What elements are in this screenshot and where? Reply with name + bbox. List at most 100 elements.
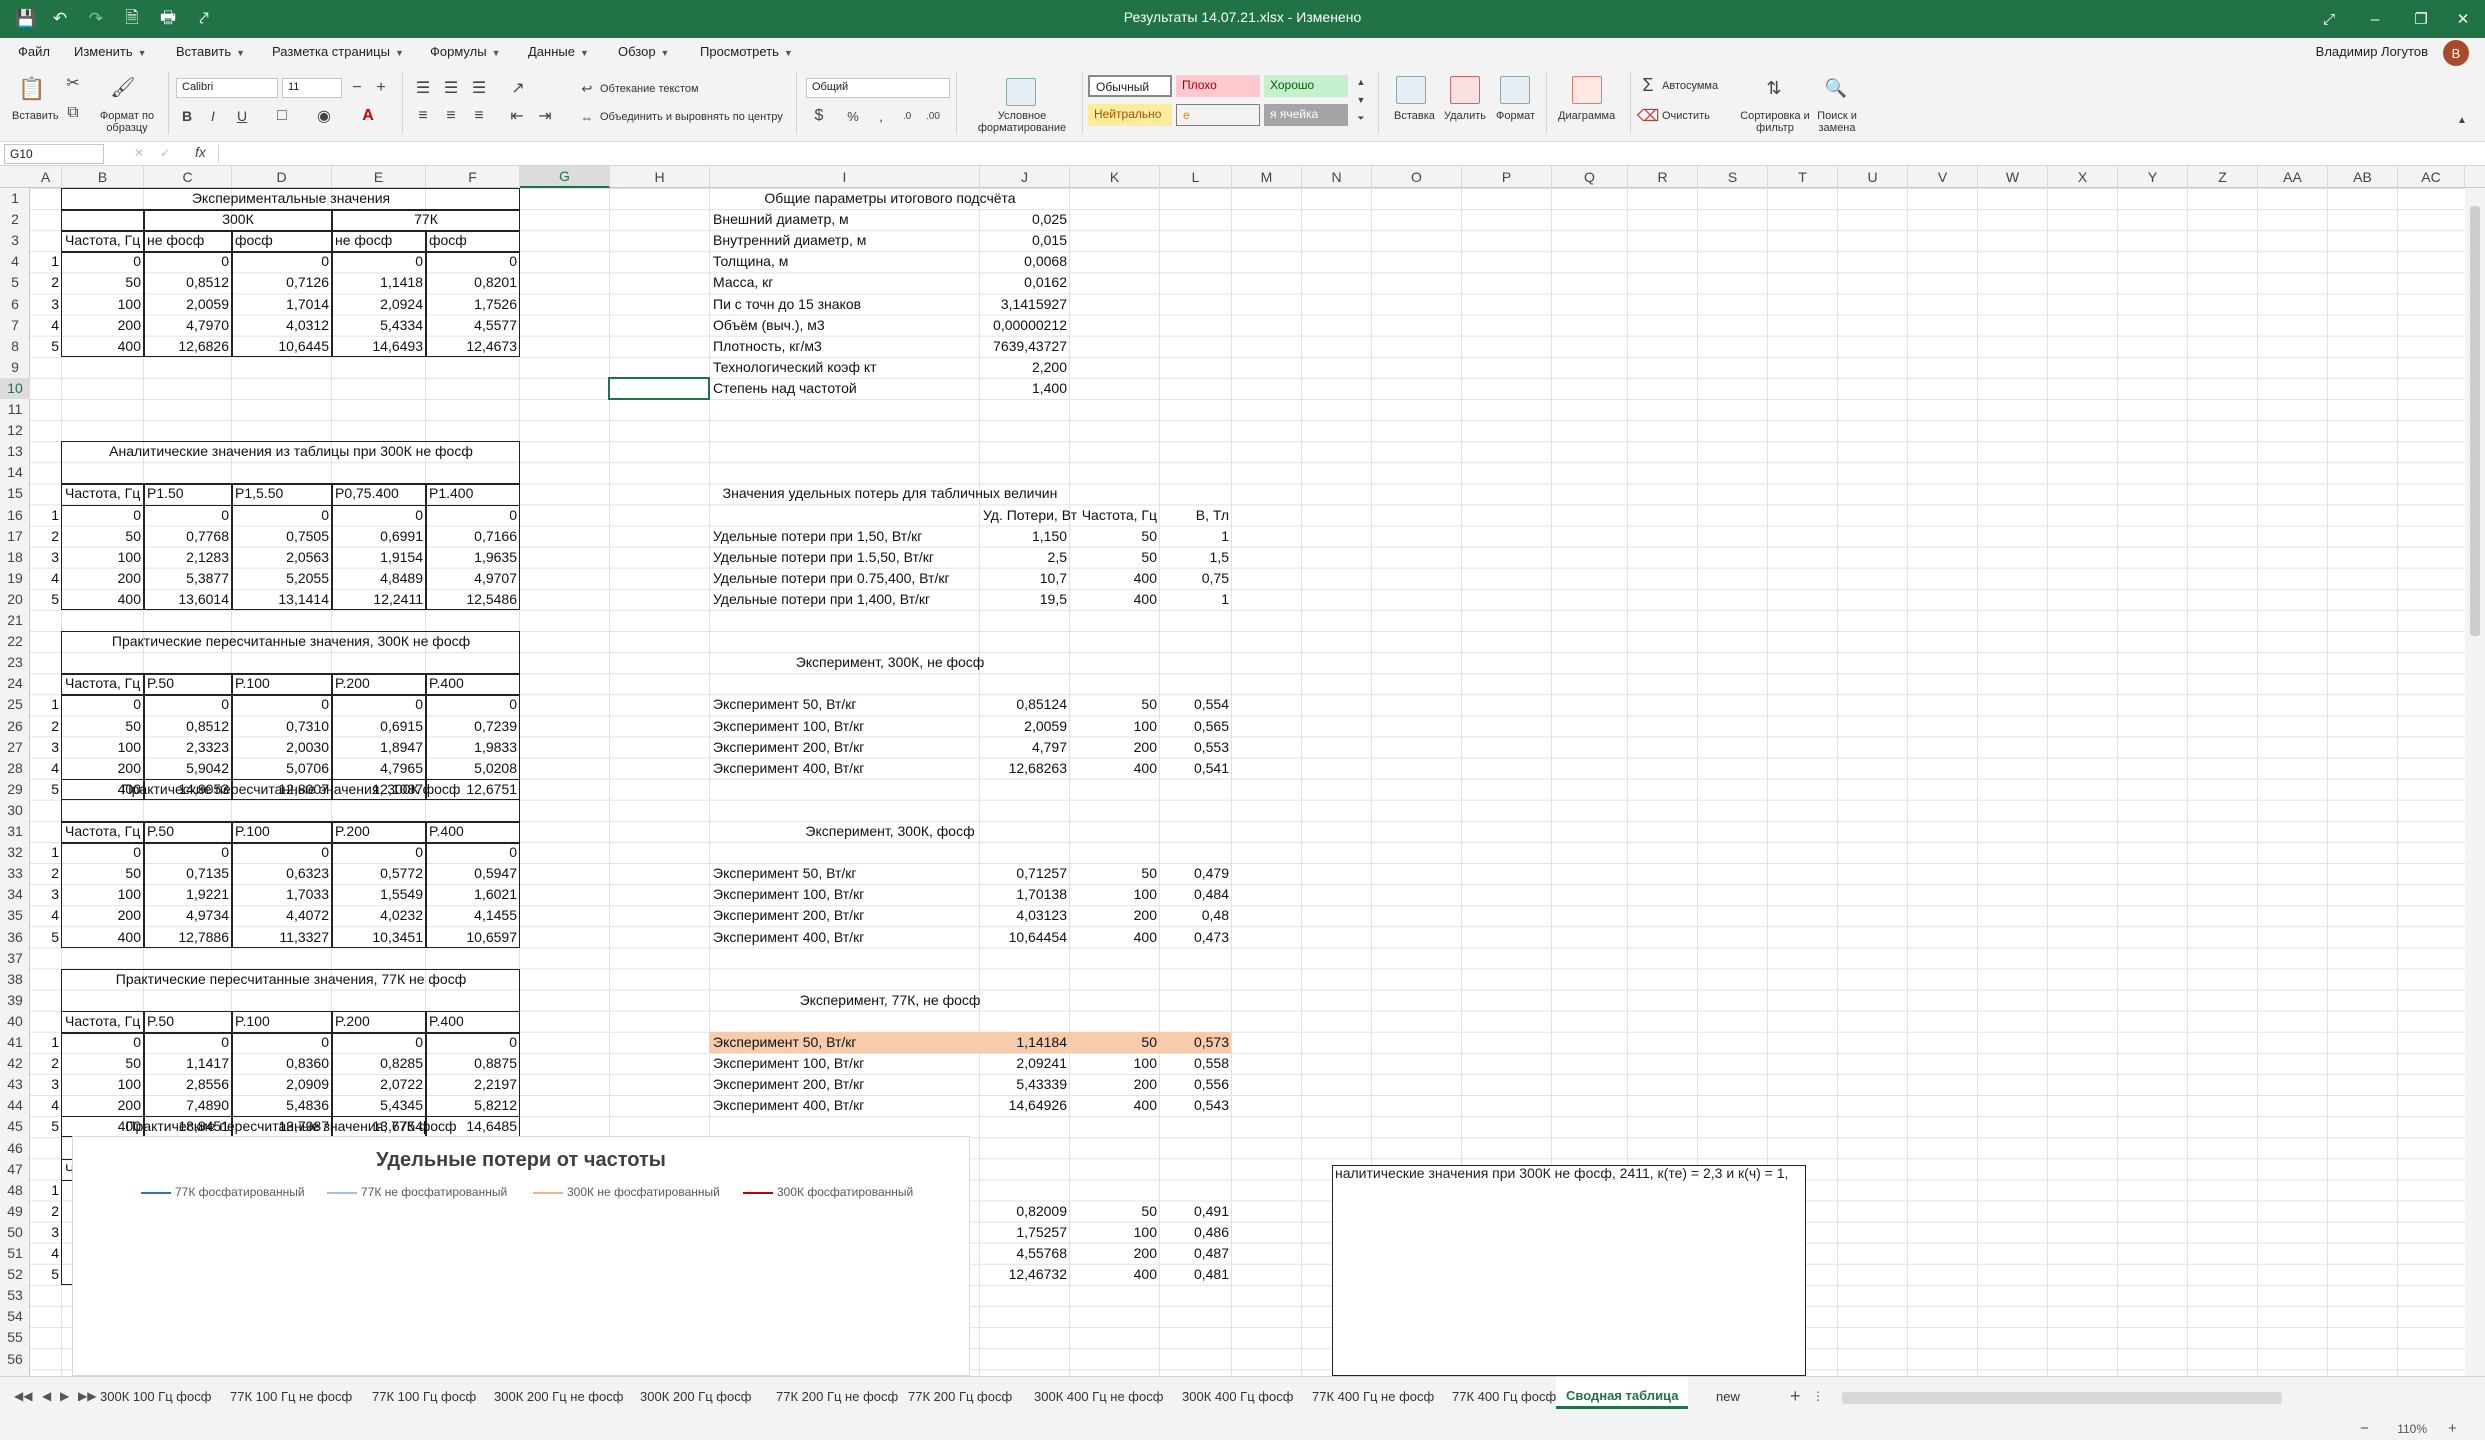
minimize-button[interactable]: – xyxy=(2352,0,2398,38)
font-name-select[interactable]: Calibri xyxy=(176,78,278,98)
menu-edit[interactable]: Изменить ▼ xyxy=(74,44,147,59)
menu-formulas[interactable]: Формулы ▼ xyxy=(430,44,501,59)
next-sheet-icon[interactable]: ▶ xyxy=(60,1389,69,1403)
row-header-2[interactable]: 2 xyxy=(0,209,30,230)
column-header-u[interactable]: U xyxy=(1838,166,1908,188)
align-bottom-icon[interactable]: ☰ xyxy=(468,78,490,98)
column-header-q[interactable]: Q xyxy=(1552,166,1628,188)
undo-icon[interactable]: ↶ xyxy=(48,7,72,31)
row-header-4[interactable]: 4 xyxy=(0,251,30,272)
row-header-13[interactable]: 13 xyxy=(0,441,30,462)
sheet-tab[interactable]: 77К 200 Гц фосф xyxy=(908,1389,1012,1404)
cut-icon[interactable]: ✂ xyxy=(64,74,82,92)
column-header-l[interactable]: L xyxy=(1160,166,1232,188)
align-top-icon[interactable]: ☰ xyxy=(412,78,434,98)
row-header-55[interactable]: 55 xyxy=(0,1327,30,1348)
row-header-24[interactable]: 24 xyxy=(0,673,30,694)
percent-icon[interactable]: % xyxy=(842,106,864,126)
column-header-f[interactable]: F xyxy=(426,166,520,188)
row-header-14[interactable]: 14 xyxy=(0,462,30,483)
orientation-icon[interactable]: ↗ xyxy=(506,78,530,98)
insert-cells-button[interactable]: Вставка xyxy=(1394,110,1435,122)
sheet-tab[interactable]: Сводная таблица xyxy=(1556,1377,1689,1409)
insert-function-icon[interactable]: fx xyxy=(195,144,206,160)
sort-filter-icon[interactable]: ⇅ xyxy=(1760,74,1788,102)
restore-button[interactable]: ❐ xyxy=(2398,0,2444,38)
conditional-format-button[interactable]: Условное форматирование xyxy=(964,110,1080,134)
find-replace-button[interactable]: Поиск и замена xyxy=(1806,110,1868,134)
row-header-35[interactable]: 35 xyxy=(0,905,30,926)
sheet-tab[interactable]: 77К 400 Гц не фосф xyxy=(1312,1389,1434,1404)
selected-cell[interactable] xyxy=(608,376,710,400)
delete-cells-button[interactable]: Удалить xyxy=(1444,110,1486,122)
sheet-tab[interactable]: 77К 400 Гц фосф xyxy=(1452,1389,1556,1404)
number-format-select[interactable]: Общий xyxy=(806,78,950,98)
row-header-41[interactable]: 41 xyxy=(0,1032,30,1053)
decrease-indent-icon[interactable]: ⇤ xyxy=(506,106,528,126)
row-header-47[interactable]: 47 xyxy=(0,1159,30,1180)
column-header-j[interactable]: J xyxy=(980,166,1070,188)
styles-scroll-up-icon[interactable]: ▲ xyxy=(1352,74,1370,90)
style-normal[interactable]: Обычный xyxy=(1088,75,1172,97)
row-header-31[interactable]: 31 xyxy=(0,821,30,842)
sheet-tab[interactable]: new xyxy=(1716,1389,1740,1404)
zoom-in-icon[interactable]: + xyxy=(2448,1420,2457,1437)
copy-icon[interactable]: ⧉ xyxy=(64,104,82,122)
align-left-icon[interactable]: ≡ xyxy=(412,106,434,126)
sheet-tab[interactable]: 77К 100 Гц не фосф xyxy=(230,1389,352,1404)
column-header-o[interactable]: O xyxy=(1372,166,1462,188)
comma-icon[interactable]: ‚ xyxy=(870,106,892,126)
insert-cells-icon[interactable] xyxy=(1396,76,1426,104)
font-size-select[interactable]: 11 xyxy=(282,78,342,98)
autosum-button[interactable]: Автосумма xyxy=(1662,80,1718,92)
row-header-53[interactable]: 53 xyxy=(0,1285,30,1306)
column-header-n[interactable]: N xyxy=(1302,166,1372,188)
vertical-scroll-thumb[interactable] xyxy=(2470,206,2480,636)
column-header-p[interactable]: P xyxy=(1462,166,1552,188)
row-header-32[interactable]: 32 xyxy=(0,842,30,863)
row-header-20[interactable]: 20 xyxy=(0,589,30,610)
row-header-7[interactable]: 7 xyxy=(0,315,30,336)
fullscreen-icon[interactable]: ⤢ xyxy=(2306,0,2352,38)
menu-data[interactable]: Данные ▼ xyxy=(528,44,589,59)
new-file-icon[interactable]: 🗎 xyxy=(120,7,144,31)
decrease-decimal-icon[interactable]: .00 xyxy=(922,106,944,126)
column-header-z[interactable]: Z xyxy=(2188,166,2258,188)
align-middle-icon[interactable]: ☰ xyxy=(440,78,462,98)
row-header-21[interactable]: 21 xyxy=(0,610,30,631)
share-icon[interactable]: ⤤ xyxy=(192,7,216,31)
menu-insert[interactable]: Вставить ▼ xyxy=(176,44,245,59)
merge-center-button[interactable]: Объединить и выровнять по центру xyxy=(600,111,783,123)
column-header-a[interactable]: A xyxy=(30,166,62,188)
italic-icon[interactable]: I xyxy=(204,106,222,126)
decrease-font-icon[interactable]: − xyxy=(348,78,366,98)
wrap-text-icon[interactable]: ↩ xyxy=(578,80,596,98)
row-header-6[interactable]: 6 xyxy=(0,294,30,315)
row-header-22[interactable]: 22 xyxy=(0,631,30,652)
chart-specific-losses[interactable]: Удельные потери от частоты 77К фосфатиро… xyxy=(72,1136,970,1376)
paste-icon[interactable]: 📋 xyxy=(16,74,48,104)
bold-icon[interactable]: B xyxy=(178,106,196,126)
print-icon[interactable]: 🖶 xyxy=(156,7,180,31)
collapse-ribbon-icon[interactable]: ▲ xyxy=(2452,110,2472,130)
menu-view[interactable]: Просмотреть ▼ xyxy=(700,44,793,59)
sheet-tab[interactable]: 300К 400 Гц фосф xyxy=(1182,1389,1293,1404)
column-header-c[interactable]: C xyxy=(144,166,232,188)
add-sheet-icon[interactable]: + xyxy=(1790,1386,1801,1407)
row-header-48[interactable]: 48 xyxy=(0,1180,30,1201)
column-header-w[interactable]: W xyxy=(1978,166,2048,188)
format-cells-icon[interactable] xyxy=(1500,76,1530,104)
prev-sheet-icon[interactable]: ◀ xyxy=(42,1389,51,1403)
merge-icon[interactable]: ⇔ xyxy=(578,108,596,126)
confirm-entry-icon[interactable]: ✓ xyxy=(160,146,170,160)
row-header-34[interactable]: 34 xyxy=(0,884,30,905)
style-good[interactable]: Хорошо xyxy=(1264,75,1348,97)
styles-more-icon[interactable]: ⏷ xyxy=(1352,110,1370,126)
row-header-52[interactable]: 52 xyxy=(0,1264,30,1285)
sheet-tab[interactable]: 300К 100 Гц фосф xyxy=(100,1389,211,1404)
row-header-10[interactable]: 10 xyxy=(0,377,30,399)
row-header-25[interactable]: 25 xyxy=(0,694,30,715)
row-header-15[interactable]: 15 xyxy=(0,483,30,504)
column-header-y[interactable]: Y xyxy=(2118,166,2188,188)
column-header-t[interactable]: T xyxy=(1768,166,1838,188)
